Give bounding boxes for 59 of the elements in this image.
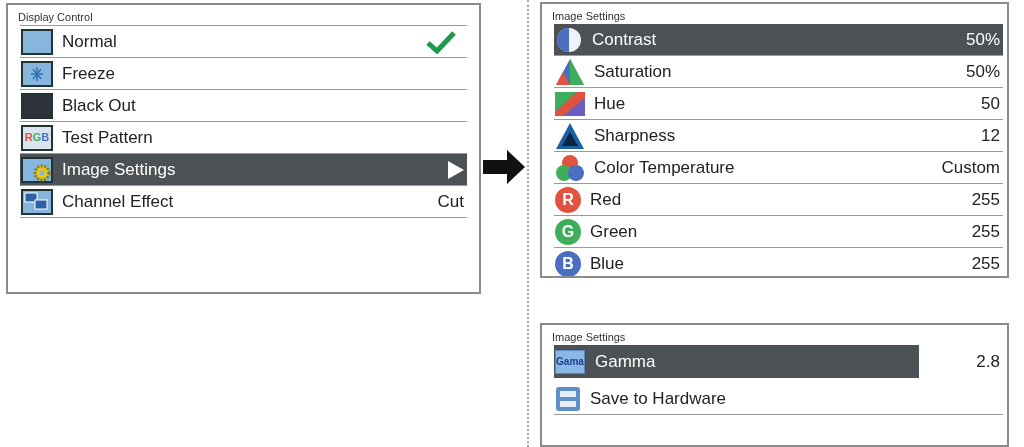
menu-row[interactable]: Black Out — [20, 90, 467, 122]
row-label: Normal — [62, 30, 118, 53]
row-value: 50% — [965, 28, 1000, 51]
row-label: Blue — [590, 252, 626, 275]
panel-title: Image Settings — [551, 9, 627, 23]
menu-row[interactable]: Gama Gamma — [554, 345, 919, 379]
menu-row[interactable]: Normal — [20, 26, 467, 58]
panel-title: Display Control — [17, 10, 94, 24]
row-value: 50% — [965, 60, 1000, 83]
checkmark-icon — [426, 29, 456, 54]
gamma-icon: Gama — [555, 349, 585, 374]
windows-screen-icon — [21, 188, 53, 215]
row-label: Contrast — [592, 28, 658, 51]
row-value: 255 — [971, 220, 1000, 243]
row-label: Hue — [594, 92, 627, 115]
row-label: Save to Hardware — [590, 387, 728, 410]
hue-icon — [555, 91, 585, 116]
row-value: Cut — [437, 190, 464, 213]
sharpness-triangle-icon — [555, 121, 585, 150]
row-value: 12 — [981, 124, 1000, 147]
menu-row[interactable]: RGB Test Pattern — [20, 122, 467, 154]
row-label: Red — [590, 188, 623, 211]
color-circles-icon — [555, 153, 585, 182]
screen-icon — [21, 28, 53, 55]
menu-row[interactable]: Color Temperature Custom — [554, 152, 1003, 184]
row-value: Custom — [941, 156, 1000, 179]
contrast-icon — [555, 25, 583, 54]
menu-row[interactable]: Sharpness 12 — [554, 120, 1003, 152]
screen-icon — [21, 92, 53, 119]
menu-row[interactable]: B Blue 255 — [554, 248, 1003, 277]
row-label: Test Pattern — [62, 126, 154, 149]
panel-title: Image Settings — [551, 330, 627, 345]
row-label: Color Temperature — [594, 156, 736, 179]
row-label: Black Out — [62, 94, 137, 117]
row-value: 255 — [971, 188, 1000, 211]
row-value: 2.8 — [975, 350, 1001, 373]
right-arrow-icon — [483, 150, 525, 184]
row-label: Green — [590, 220, 639, 243]
gear-screen-icon — [21, 156, 53, 183]
row-label: Image Settings — [62, 158, 177, 181]
menu-row[interactable]: R Red 255 — [554, 184, 1003, 216]
save-icon — [555, 385, 581, 412]
rgb-icon: RGB — [21, 124, 53, 151]
row-value: 50 — [981, 92, 1000, 115]
menu-row[interactable]: Freeze — [20, 58, 467, 90]
menu-row[interactable]: Image Settings — [20, 154, 467, 186]
row-label: Sharpness — [594, 124, 677, 147]
row-label: Channel Effect — [62, 190, 175, 213]
row-label: Freeze — [62, 62, 116, 85]
menu-row[interactable]: Channel Effect Cut — [20, 186, 467, 218]
menu-row[interactable]: Saturation 50% — [554, 56, 1003, 88]
row-label: Gamma — [595, 350, 656, 373]
triangle-icon — [555, 57, 585, 86]
snowflake-screen-icon — [21, 60, 53, 87]
row-value: 255 — [971, 252, 1000, 275]
row-label: Saturation — [594, 60, 673, 83]
caret-icon — [448, 160, 464, 179]
menu-row[interactable]: G Green 255 — [554, 216, 1003, 248]
menu-row[interactable]: Contrast 50% — [554, 24, 1003, 56]
